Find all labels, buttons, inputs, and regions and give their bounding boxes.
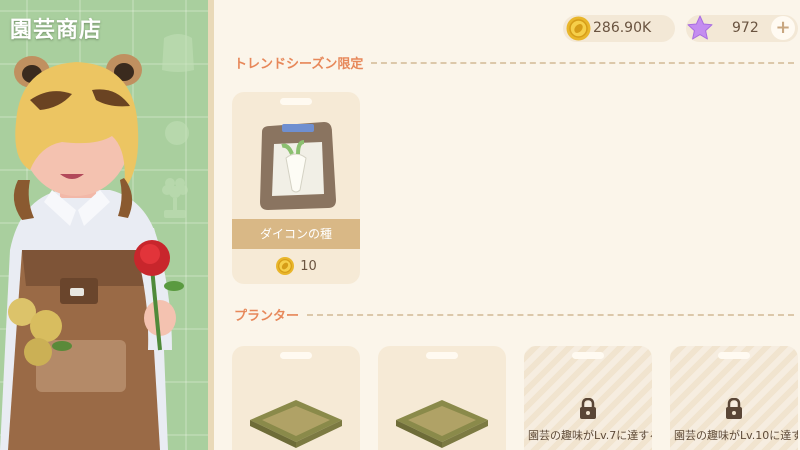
card-tab (280, 352, 312, 359)
planter-icon (396, 400, 488, 448)
section-header-trend: トレンドシーズン限定 (234, 52, 794, 72)
lock-icon (726, 398, 742, 419)
section-title: プランター (234, 308, 300, 324)
price-value: 10 (300, 258, 317, 274)
locked-item-card[interactable]: 園芸の趣味がLv.10に達すると解放さ (670, 346, 798, 450)
item-price: 10 (232, 251, 360, 281)
section-divider (307, 314, 794, 316)
add-currency-button[interactable]: + (771, 16, 795, 40)
item-name: ダイコンの種 (232, 219, 360, 249)
shop-item-card[interactable]: ダイコンの種 10 (232, 92, 360, 284)
star-icon (687, 15, 713, 40)
shop-title: 園芸商店 (10, 18, 103, 43)
star-amount: 972 (732, 20, 759, 36)
section-header-planter: プランター (234, 304, 794, 324)
lock-icon (580, 398, 596, 419)
locked-item-card[interactable]: 園芸の趣味がLv.7に達すると解放さ (524, 346, 652, 450)
card-tab (280, 98, 312, 105)
coin-icon (566, 16, 591, 41)
unlock-condition: 園芸の趣味がLv.7に達すると解放さ (528, 429, 652, 442)
coin-balance: 286.90K (563, 15, 675, 42)
coin-icon (276, 257, 295, 275)
daikon-seed-bag-icon (260, 122, 336, 210)
card-tab (718, 352, 750, 359)
card-tab (426, 352, 458, 359)
shopkeeper-panel: 園芸商店 (0, 0, 212, 450)
shop-item-card[interactable] (378, 346, 506, 450)
section-title: トレンドシーズン限定 (234, 56, 364, 72)
shopkeeper-character (0, 54, 184, 450)
unlock-condition: 園芸の趣味がLv.10に達すると解放さ (674, 429, 798, 442)
card-tab (572, 352, 604, 359)
planter-icon (250, 400, 342, 448)
shop-item-card[interactable] (232, 346, 360, 450)
coin-amount: 286.90K (593, 20, 652, 36)
panel-divider (208, 0, 214, 450)
section-divider (371, 62, 794, 64)
